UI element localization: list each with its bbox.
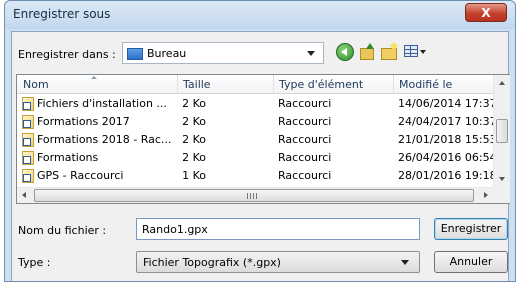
chevron-down-icon	[307, 51, 315, 56]
column-header-type[interactable]: Type d'élément	[279, 78, 363, 91]
back-icon[interactable]	[336, 43, 354, 61]
save-as-dialog: Enregistrer sous X Enregistrer dans : Bu…	[4, 0, 516, 282]
file-name: Fichiers d'installation ...	[37, 97, 167, 110]
file-type: Raccourci	[278, 169, 332, 182]
column-divider[interactable]	[393, 75, 394, 94]
new-folder-icon[interactable]	[380, 43, 398, 61]
dialog-body: Enregistrer dans : Bureau Nom Taille Typ…	[11, 31, 510, 281]
file-type: Raccourci	[278, 151, 332, 164]
save-in-label: Enregistrer dans :	[18, 48, 116, 61]
file-size: 2 Ko	[182, 97, 206, 110]
scroll-up-icon[interactable]	[499, 81, 505, 85]
file-size: 2 Ko	[182, 151, 206, 164]
save-in-dropdown[interactable]: Bureau	[122, 42, 324, 64]
list-item[interactable]: Formations 2017 2 Ko Raccourci 24/04/201…	[17, 113, 497, 131]
view-menu-icon[interactable]	[404, 43, 428, 61]
file-modified: 24/04/2017 10:37	[398, 115, 497, 128]
file-name-label: Nom du fichier :	[18, 224, 107, 237]
close-icon: X	[481, 5, 491, 20]
column-divider[interactable]	[273, 75, 274, 94]
column-header-name[interactable]: Nom	[23, 78, 49, 91]
column-header-size[interactable]: Taille	[183, 78, 211, 91]
file-type: Raccourci	[278, 115, 332, 128]
file-name-input[interactable]: Rando1.gpx	[136, 218, 420, 240]
dialog-title: Enregistrer sous	[13, 7, 111, 21]
list-item[interactable]: GPS - Raccourci 1 Ko Raccourci 28/01/201…	[17, 167, 497, 185]
chevron-down-icon	[420, 50, 426, 54]
desktop-folder-icon	[127, 48, 143, 60]
title-bar[interactable]: Enregistrer sous X	[5, 1, 515, 29]
shortcut-icon	[22, 115, 34, 129]
list-item[interactable]: Formations 2 Ko Raccourci 26/04/2016 06:…	[17, 149, 497, 167]
file-type-label: Type :	[18, 256, 51, 269]
file-name: Formations	[37, 151, 99, 164]
up-folder-icon[interactable]	[358, 43, 376, 61]
chevron-down-icon	[401, 260, 409, 265]
sort-ascending-icon	[91, 76, 97, 79]
file-list[interactable]: Nom Taille Type d'élément Modifié le Fic…	[16, 74, 510, 204]
shortcut-icon	[22, 97, 34, 111]
list-header: Nom Taille Type d'élément Modifié le	[17, 75, 493, 94]
file-modified: 14/06/2014 17:37	[398, 97, 497, 110]
save-button[interactable]: Enregistrer	[434, 218, 508, 240]
column-header-modified[interactable]: Modifié le	[399, 78, 452, 91]
cancel-button[interactable]: Annuler	[434, 251, 508, 273]
file-modified: 26/04/2016 06:54	[398, 151, 497, 164]
file-type-value: Fichier Topografix (*.gpx)	[143, 256, 281, 269]
file-type: Raccourci	[278, 97, 332, 110]
shortcut-icon	[22, 133, 34, 147]
column-divider[interactable]	[177, 75, 178, 94]
file-size: 2 Ko	[182, 115, 206, 128]
save-in-value: Bureau	[147, 47, 187, 60]
file-name: Formations 2017	[37, 115, 130, 128]
scroll-down-icon[interactable]	[499, 177, 505, 181]
file-type-dropdown[interactable]: Fichier Topografix (*.gpx)	[136, 251, 420, 273]
file-size: 1 Ko	[182, 169, 206, 182]
list-item[interactable]: Fichiers d'installation ... 2 Ko Raccour…	[17, 95, 497, 113]
file-modified: 21/01/2018 15:53	[398, 133, 497, 146]
horizontal-scrollbar[interactable]	[17, 187, 493, 203]
list-item[interactable]: Formations 2018 - Rac... 2 Ko Raccourci …	[17, 131, 497, 149]
shortcut-icon	[22, 169, 34, 183]
scroll-left-icon[interactable]	[22, 192, 26, 198]
vertical-scrollbar[interactable]	[493, 75, 510, 187]
file-type: Raccourci	[278, 133, 332, 146]
file-name: GPS - Raccourci	[37, 169, 124, 182]
shortcut-icon	[22, 151, 34, 165]
file-name: Formations 2018 - Rac...	[37, 133, 172, 146]
scroll-thumb[interactable]	[34, 189, 474, 202]
grip-icon	[247, 193, 259, 199]
scrollbar-corner	[493, 187, 510, 203]
view-grid-icon	[404, 45, 418, 57]
file-modified: 28/01/2016 19:18	[398, 169, 497, 182]
close-button[interactable]: X	[465, 3, 507, 22]
file-size: 2 Ko	[182, 133, 206, 146]
scroll-thumb[interactable]	[496, 119, 508, 143]
scroll-right-icon[interactable]	[484, 192, 488, 198]
